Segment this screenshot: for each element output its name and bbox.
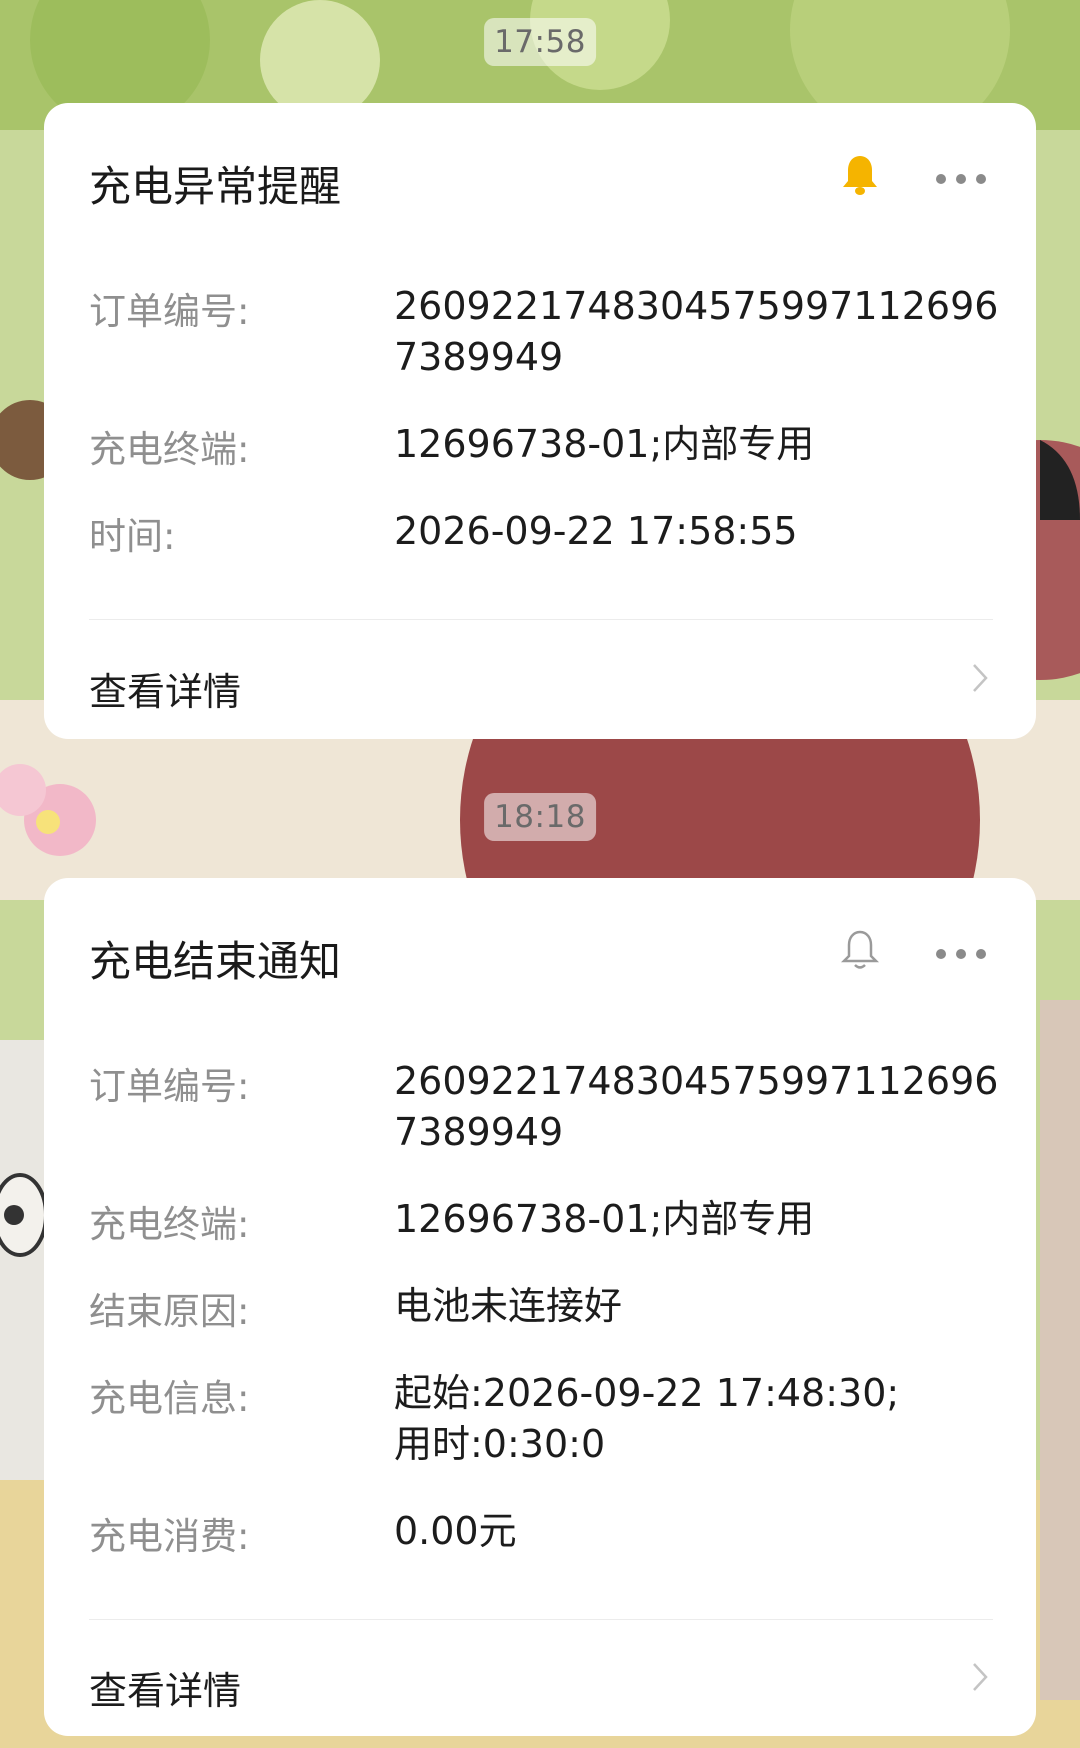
charging-end-card[interactable]: 充电结束通知 订单编号: 260922174830457599711269673… (44, 878, 1036, 1736)
time-row: 时间: 2026-09-22 17:58:55 (89, 506, 1019, 561)
charging-terminal-row: 充电终端: 12696738-01;内部专用 (89, 419, 1019, 474)
chevron-right-icon[interactable] (972, 1662, 988, 1692)
timestamp-pill: 17:58 (484, 18, 596, 66)
row-label: 订单编号: (89, 1065, 250, 1108)
view-details-link[interactable]: 查看详情 (89, 1660, 241, 1715)
order-number-row: 订单编号: 26092217483045759971126967389949 (89, 281, 1019, 391)
row-label: 结束原因: (89, 1290, 250, 1333)
charging-alert-card[interactable]: 充电异常提醒 订单编号: 260922174830457599711269673… (44, 103, 1036, 739)
divider (89, 1619, 993, 1620)
end-reason-row: 结束原因: 电池未连接好 (89, 1281, 1019, 1336)
charging-terminal-value: 12696738-01;内部专用 (394, 1197, 815, 1241)
timestamp-pill: 18:18 (484, 793, 596, 841)
end-reason-value: 电池未连接好 (394, 1284, 623, 1328)
bell-filled-icon[interactable] (840, 153, 880, 197)
time-value: 2026-09-22 17:58:55 (394, 509, 798, 553)
card-title: 充电异常提醒 (89, 162, 342, 211)
view-details-link[interactable]: 查看详情 (89, 661, 241, 716)
charging-info-row: 充电信息: 起始:2026-09-22 17:48:30;用时:0:30:0 (89, 1368, 1019, 1478)
charging-cost-value: 0.00元 (394, 1509, 517, 1553)
order-number-value: 26092217483045759971126967389949 (394, 284, 999, 379)
more-options-icon[interactable] (936, 949, 986, 959)
row-label: 充电信息: (89, 1377, 250, 1420)
card-title: 充电结束通知 (89, 937, 342, 986)
row-label: 充电终端: (89, 428, 250, 471)
order-number-value: 26092217483045759971126967389949 (394, 1059, 999, 1154)
charging-cost-row: 充电消费: 0.00元 (89, 1506, 1019, 1561)
order-number-row: 订单编号: 26092217483045759971126967389949 (89, 1056, 1019, 1166)
row-label: 时间: (89, 515, 176, 558)
row-label: 订单编号: (89, 290, 250, 333)
charging-info-value: 起始:2026-09-22 17:48:30;用时:0:30:0 (394, 1371, 900, 1466)
bell-outline-icon[interactable] (840, 928, 880, 972)
more-options-icon[interactable] (936, 174, 986, 184)
row-label: 充电终端: (89, 1203, 250, 1246)
row-label: 充电消费: (89, 1515, 250, 1558)
charging-terminal-value: 12696738-01;内部专用 (394, 422, 815, 466)
chevron-right-icon[interactable] (972, 663, 988, 693)
charging-terminal-row: 充电终端: 12696738-01;内部专用 (89, 1194, 1019, 1249)
divider (89, 619, 993, 620)
